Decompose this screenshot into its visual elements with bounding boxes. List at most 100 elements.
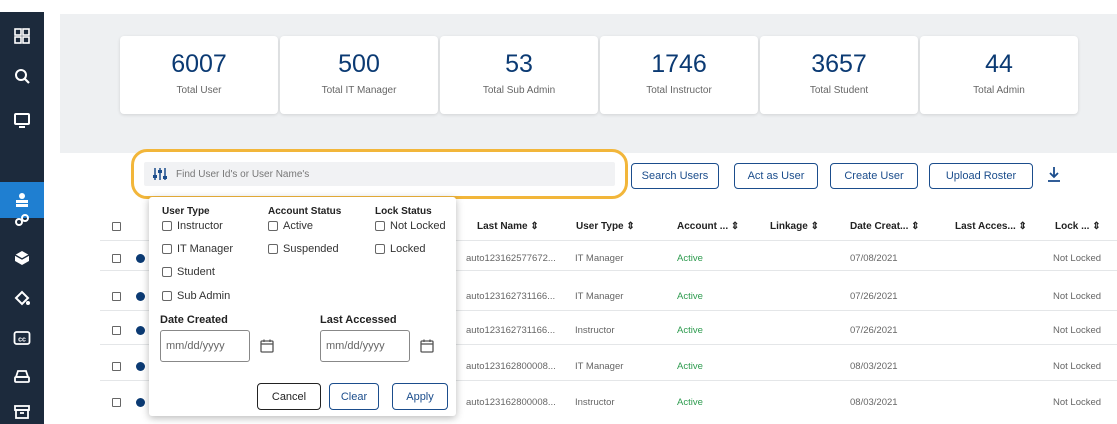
cell-lock-status: Not Locked	[1053, 361, 1102, 372]
column-header-account-status[interactable]: Account ... ⇕	[677, 221, 739, 232]
act-as-user-button[interactable]: Act as User	[734, 163, 818, 189]
expand-row-icon[interactable]	[136, 326, 145, 335]
cell-last-name: auto123162800008...	[466, 397, 556, 408]
checkbox[interactable]	[162, 244, 172, 254]
account-status-title: Account Status	[268, 206, 342, 217]
search-icon[interactable]	[10, 64, 34, 88]
last-accessed-input[interactable]: mm/dd/yyyy	[320, 330, 410, 362]
cube-icon[interactable]	[10, 246, 34, 270]
stat-card-total-instructor: 1746 Total Instructor	[600, 36, 758, 114]
link-icon[interactable]	[10, 208, 34, 232]
last-accessed-title: Last Accessed	[320, 314, 397, 326]
cell-user-type: Instructor	[575, 325, 615, 336]
column-header-date-created[interactable]: Date Creat... ⇕	[850, 221, 920, 232]
filter-option-student[interactable]: Student	[162, 266, 215, 278]
monitor-icon[interactable]	[10, 108, 34, 132]
cell-account-status: Active	[677, 325, 703, 336]
stat-card-total-it-manager: 500 Total IT Manager	[280, 36, 438, 114]
cell-date-created: 07/26/2021	[850, 291, 898, 302]
download-icon[interactable]	[1046, 165, 1062, 188]
filter-sliders-icon[interactable]	[152, 166, 168, 187]
cell-user-type: IT Manager	[575, 291, 624, 302]
cell-account-status: Active	[677, 291, 703, 302]
paint-bucket-icon[interactable]	[10, 286, 34, 310]
stat-card-total-student: 3657 Total Student	[760, 36, 918, 114]
row-checkbox[interactable]	[112, 398, 121, 407]
stat-label: Total Admin	[973, 85, 1025, 96]
stat-value: 44	[985, 50, 1013, 78]
expand-row-icon[interactable]	[136, 362, 145, 371]
filter-option-sub-admin[interactable]: Sub Admin	[162, 290, 230, 302]
expand-row-icon[interactable]	[136, 292, 145, 301]
cell-lock-status: Not Locked	[1053, 253, 1102, 264]
checkbox[interactable]	[162, 291, 172, 301]
cell-last-name: auto123162577672...	[466, 253, 556, 264]
row-checkbox[interactable]	[112, 254, 121, 263]
checkbox[interactable]	[162, 221, 172, 231]
option-label: Instructor	[177, 220, 223, 232]
checkbox[interactable]	[268, 244, 278, 254]
column-header-user-type[interactable]: User Type ⇕	[576, 221, 635, 232]
clear-button[interactable]: Clear	[329, 383, 379, 410]
apply-button[interactable]: Apply	[392, 383, 448, 410]
checkbox[interactable]	[375, 221, 385, 231]
stat-label: Total IT Manager	[321, 85, 397, 96]
closed-caption-icon[interactable]: cc	[10, 326, 34, 350]
filter-option-instructor[interactable]: Instructor	[162, 220, 223, 232]
cell-user-type: IT Manager	[575, 253, 624, 264]
cancel-button[interactable]: Cancel	[257, 383, 321, 410]
cell-lock-status: Not Locked	[1053, 291, 1102, 302]
select-all-checkbox[interactable]	[112, 222, 121, 231]
calendar-icon[interactable]	[260, 339, 274, 353]
grid-icon[interactable]	[10, 24, 34, 48]
expand-row-icon[interactable]	[136, 254, 145, 263]
search-highlight	[131, 149, 628, 199]
checkbox[interactable]	[375, 244, 385, 254]
filter-option-suspended[interactable]: Suspended	[268, 243, 339, 255]
column-header-linkage[interactable]: Linkage ⇕	[770, 221, 819, 232]
option-label: Not Locked	[390, 220, 446, 232]
column-header-last-accessed[interactable]: Last Acces... ⇕	[955, 221, 1027, 232]
cell-user-type: Instructor	[575, 397, 615, 408]
cell-date-created: 07/26/2021	[850, 325, 898, 336]
search-users-button[interactable]: Search Users	[631, 163, 719, 189]
expand-row-icon[interactable]	[136, 398, 145, 407]
search-input[interactable]	[176, 162, 596, 186]
create-user-button[interactable]: Create User	[830, 163, 918, 189]
filter-option-not-locked[interactable]: Not Locked	[375, 220, 446, 232]
filter-popup: User Type Instructor IT Manager Student …	[149, 197, 456, 416]
cell-account-status: Active	[677, 361, 703, 372]
option-label: Student	[177, 266, 215, 278]
cell-lock-status: Not Locked	[1053, 325, 1102, 336]
upload-roster-button[interactable]: Upload Roster	[929, 163, 1033, 189]
row-checkbox[interactable]	[112, 362, 121, 371]
row-checkbox[interactable]	[112, 326, 121, 335]
svg-text:cc: cc	[18, 337, 26, 344]
filter-option-locked[interactable]: Locked	[375, 243, 425, 255]
cell-lock-status: Not Locked	[1053, 397, 1102, 408]
stat-value: 500	[338, 50, 380, 78]
archive-icon[interactable]	[10, 400, 34, 424]
date-created-input[interactable]: mm/dd/yyyy	[160, 330, 250, 362]
cell-account-status: Active	[677, 253, 703, 264]
stat-value: 6007	[171, 50, 227, 78]
filter-option-it-manager[interactable]: IT Manager	[162, 243, 233, 255]
checkbox[interactable]	[268, 221, 278, 231]
lock-status-title: Lock Status	[375, 206, 432, 217]
drive-icon[interactable]	[10, 364, 34, 388]
checkbox[interactable]	[162, 267, 172, 277]
calendar-icon[interactable]	[420, 339, 434, 353]
filter-option-active[interactable]: Active	[268, 220, 313, 232]
stat-label: Total Student	[809, 85, 869, 96]
column-header-last-name[interactable]: Last Name ⇕	[477, 221, 539, 232]
search-bar	[144, 162, 615, 186]
cell-last-name: auto123162731166...	[466, 291, 556, 302]
user-type-title: User Type	[162, 206, 210, 217]
cell-user-type: IT Manager	[575, 361, 624, 372]
date-placeholder: mm/dd/yyyy	[166, 340, 225, 352]
row-checkbox[interactable]	[112, 292, 121, 301]
stat-card-total-admin: 44 Total Admin	[920, 36, 1078, 114]
cell-date-created: 08/03/2021	[850, 361, 898, 372]
date-created-title: Date Created	[160, 314, 228, 326]
column-header-lock-status[interactable]: Lock ... ⇕	[1055, 221, 1101, 232]
